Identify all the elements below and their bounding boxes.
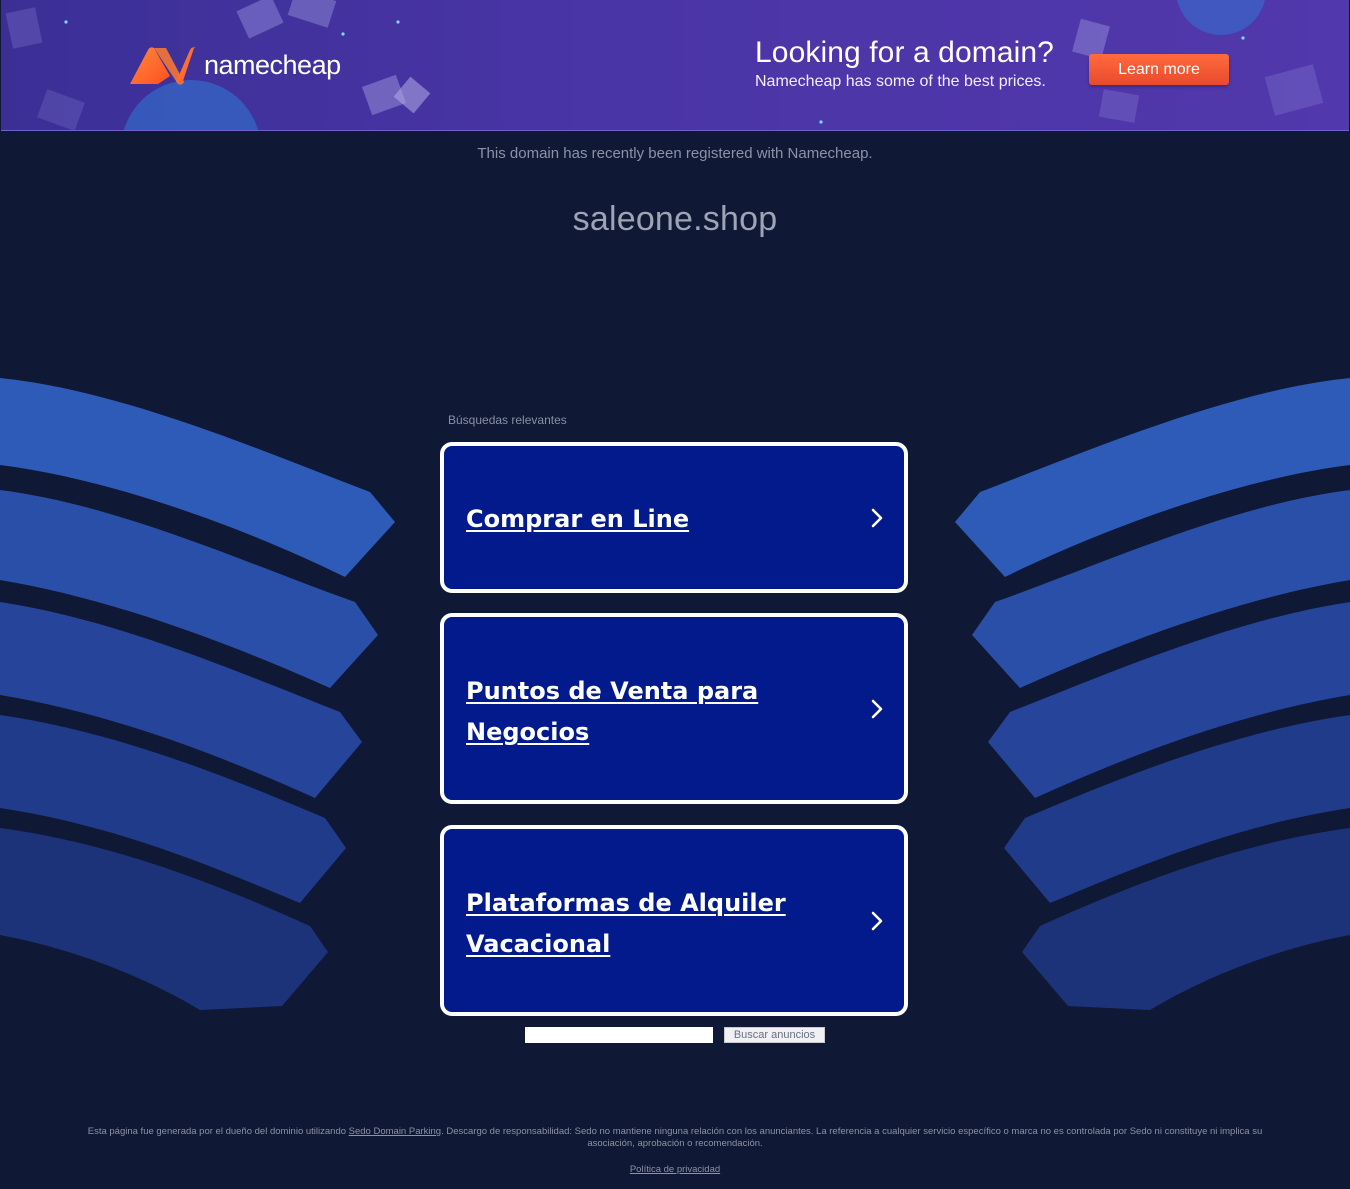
ad-link[interactable]: Puntos de Venta para Negocios [466, 671, 834, 753]
namecheap-banner[interactable]: namecheap Looking for a domain? Namechea… [1, 0, 1349, 131]
search-ads-button[interactable]: Buscar anuncios [724, 1027, 825, 1043]
namecheap-logo-icon [130, 47, 196, 85]
promo-title: Looking for a domain? [755, 36, 1054, 69]
promo-subtitle: Namecheap has some of the best prices. [755, 73, 1046, 90]
ad-card[interactable]: Puntos de Venta para Negocios [440, 613, 908, 804]
chevron-right-icon [871, 911, 883, 931]
registration-note: This domain has recently been registered… [477, 145, 873, 162]
domain-title: saleone.shop [572, 200, 778, 238]
search-input[interactable] [525, 1027, 713, 1043]
ad-card[interactable]: Comprar en Line [440, 442, 908, 593]
related-searches-label: Búsquedas relevantes [448, 413, 567, 427]
privacy-policy-link[interactable]: Política de privacidad [630, 1164, 720, 1175]
namecheap-logo[interactable]: namecheap [128, 46, 341, 86]
parked-domain-page: namecheap Looking for a domain? Namechea… [0, 0, 1350, 1189]
footer-disclaimer: Esta página fue generada por el dueño de… [75, 1126, 1275, 1150]
chevron-right-icon [871, 699, 883, 719]
disclaimer-text-end: . Descargo de responsabilidad: Sedo no m… [441, 1126, 1263, 1149]
logo-text: namecheap [204, 49, 341, 80]
chevron-right-icon [871, 508, 883, 528]
ad-link[interactable]: Comprar en Line [466, 499, 834, 540]
privacy-policy: Política de privacidad [0, 1164, 1350, 1176]
learn-more-button[interactable]: Learn more [1089, 54, 1229, 85]
ad-link[interactable]: Plataformas de Alquiler Vacacional [466, 883, 834, 965]
disclaimer-text-start: Esta página fue generada por el dueño de… [87, 1126, 349, 1137]
sedo-parking-link[interactable]: Sedo Domain Parking [349, 1126, 441, 1137]
promo-text: Looking for a domain? Namecheap has some… [755, 36, 1054, 93]
ad-card[interactable]: Plataformas de Alquiler Vacacional [440, 825, 908, 1016]
